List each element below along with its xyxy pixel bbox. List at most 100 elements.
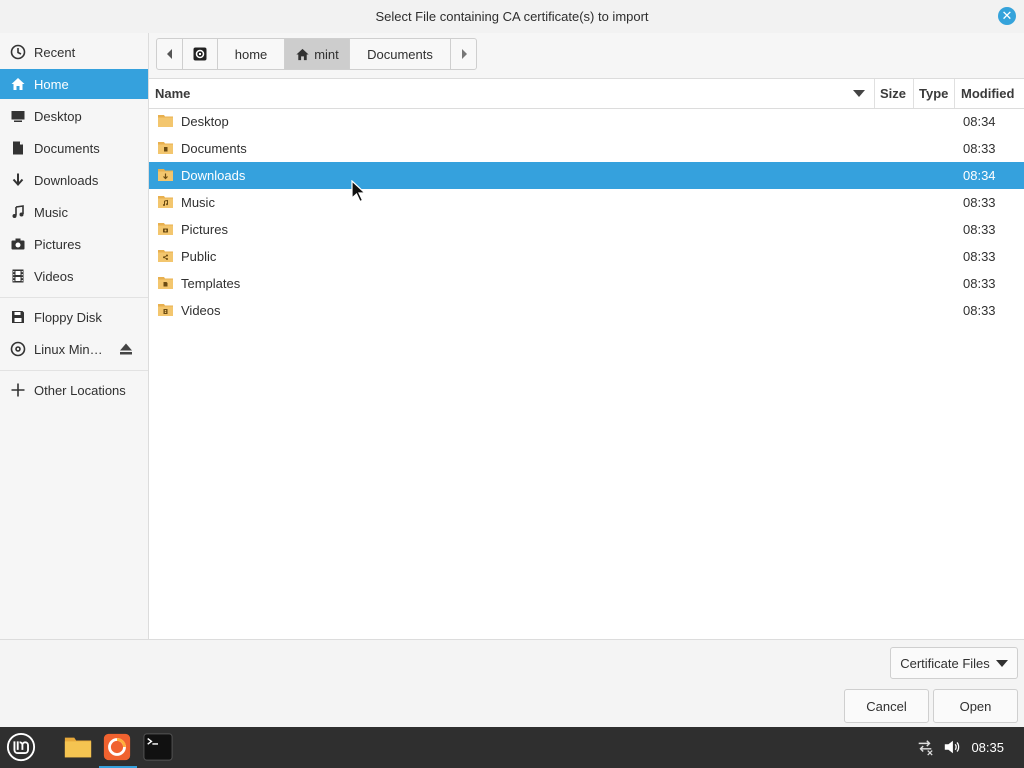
file-row[interactable]: Videos 08:33 [149, 297, 1024, 324]
folder-icon [158, 115, 173, 127]
column-header-name[interactable]: Name [155, 79, 875, 108]
sidebar-item-label: Floppy Disk [34, 309, 102, 325]
sidebar-item-label: Other Locations [34, 382, 126, 398]
path-crumb-mint[interactable]: mint [284, 38, 350, 70]
folder-download-icon [158, 169, 173, 181]
network-disconnected-icon[interactable] [912, 731, 938, 763]
sidebar-item-floppy-disk[interactable]: Floppy Disk [0, 302, 148, 332]
file-modified: 08:33 [963, 222, 996, 237]
dialog-footer: Certificate Files Cancel Open [0, 639, 1024, 728]
path-crumb-documents[interactable]: Documents [349, 38, 451, 70]
camera-icon [9, 235, 27, 253]
terminal-icon[interactable] [142, 731, 174, 763]
file-row[interactable]: Templates 08:33 [149, 270, 1024, 297]
eject-icon[interactable] [118, 341, 134, 357]
path-root-button[interactable] [182, 38, 218, 70]
mouse-cursor-icon [351, 180, 367, 203]
file-modified: 08:33 [963, 195, 996, 210]
chevron-left-icon [166, 49, 172, 59]
sidebar-item-pictures[interactable]: Pictures [0, 229, 148, 259]
file-row[interactable]: Pictures 08:33 [149, 216, 1024, 243]
files-icon[interactable] [61, 731, 95, 763]
file-modified: 08:33 [963, 249, 996, 264]
folder-documents-icon [158, 142, 173, 154]
file-modified: 08:33 [963, 303, 996, 318]
sidebar-item-documents[interactable]: Documents [0, 133, 148, 163]
music-icon [9, 203, 27, 221]
home-icon [296, 48, 309, 60]
sidebar-item-label: Music [34, 204, 68, 220]
file-row[interactable]: Documents 08:33 [149, 135, 1024, 162]
cancel-button[interactable]: Cancel [844, 689, 929, 723]
file-name: Downloads [181, 168, 246, 183]
column-header-size[interactable]: Size [880, 79, 906, 108]
sidebar-item-label: Linux Min… [34, 341, 103, 357]
places-sidebar: Recent Home Desktop Documents Downloads … [0, 33, 149, 639]
sidebar-item-desktop[interactable]: Desktop [0, 101, 148, 131]
sidebar-item-label: Desktop [34, 108, 82, 124]
sidebar-item-recent[interactable]: Recent [0, 37, 148, 67]
document-icon [9, 139, 27, 157]
column-divider [913, 79, 914, 108]
sidebar-item-label: Downloads [34, 172, 99, 188]
volume-icon[interactable] [940, 731, 964, 763]
sidebar-item-other-locations[interactable]: Other Locations [0, 375, 148, 405]
file-modified: 08:33 [963, 141, 996, 156]
film-icon [9, 267, 27, 285]
sidebar-item-label: Recent [34, 44, 76, 60]
drive-icon [193, 47, 207, 61]
column-header-type[interactable]: Type [919, 79, 948, 108]
clock-icon [9, 43, 27, 61]
file-list-header: Name Size Type Modified [149, 79, 1024, 109]
download-icon [9, 171, 27, 189]
desktop-icon [9, 107, 27, 125]
path-back-button[interactable] [156, 38, 183, 70]
column-divider [874, 79, 875, 108]
floppy-icon [9, 308, 27, 326]
file-name: Music [181, 195, 215, 210]
close-icon[interactable]: ✕ [998, 7, 1016, 25]
taskbar-clock[interactable]: 08:35 [971, 727, 1004, 768]
sort-descending-icon[interactable] [853, 90, 865, 97]
sidebar-item-label: Videos [34, 268, 74, 284]
file-row[interactable]: Desktop 08:34 [149, 108, 1024, 135]
file-filter-dropdown[interactable]: Certificate Files [890, 647, 1018, 679]
folder-pictures-icon [158, 223, 173, 235]
mint-menu-icon[interactable] [5, 731, 37, 763]
sidebar-divider [0, 297, 148, 298]
sidebar-item-linux-mint[interactable]: Linux Min… [0, 334, 148, 364]
file-modified: 08:34 [963, 114, 996, 129]
file-row-selected[interactable]: Downloads 08:34 [149, 162, 1024, 189]
chevron-down-icon [995, 659, 1008, 667]
column-divider [954, 79, 955, 108]
sidebar-item-home[interactable]: Home [0, 69, 148, 99]
file-name: Pictures [181, 222, 228, 237]
file-row[interactable]: Public 08:33 [149, 243, 1024, 270]
taskbar: 08:35 [0, 727, 1024, 768]
folder-public-icon [158, 250, 173, 262]
disc-icon [9, 340, 27, 358]
file-row[interactable]: Music 08:33 [149, 189, 1024, 216]
sidebar-item-videos[interactable]: Videos [0, 261, 148, 291]
firefox-icon[interactable] [101, 731, 133, 763]
sidebar-divider [0, 370, 148, 371]
file-name: Videos [181, 303, 221, 318]
folder-music-icon [158, 196, 173, 208]
path-crumb-home[interactable]: home [217, 38, 285, 70]
file-name: Desktop [181, 114, 229, 129]
sidebar-item-downloads[interactable]: Downloads [0, 165, 148, 195]
open-button[interactable]: Open [933, 689, 1018, 723]
path-forward-button[interactable] [450, 38, 477, 70]
plus-icon [9, 381, 27, 399]
chevron-right-icon [461, 49, 467, 59]
sidebar-item-label: Home [34, 76, 69, 92]
folder-videos-icon [158, 304, 173, 316]
dialog-title: Select File containing CA certificate(s)… [375, 9, 649, 24]
dialog-titlebar: Select File containing CA certificate(s)… [0, 0, 1024, 33]
file-name: Templates [181, 276, 241, 291]
sidebar-item-music[interactable]: Music [0, 197, 148, 227]
home-icon [9, 75, 27, 93]
column-header-modified[interactable]: Modified [961, 79, 1014, 108]
file-name: Public [181, 249, 217, 264]
file-name: Documents [181, 141, 247, 156]
